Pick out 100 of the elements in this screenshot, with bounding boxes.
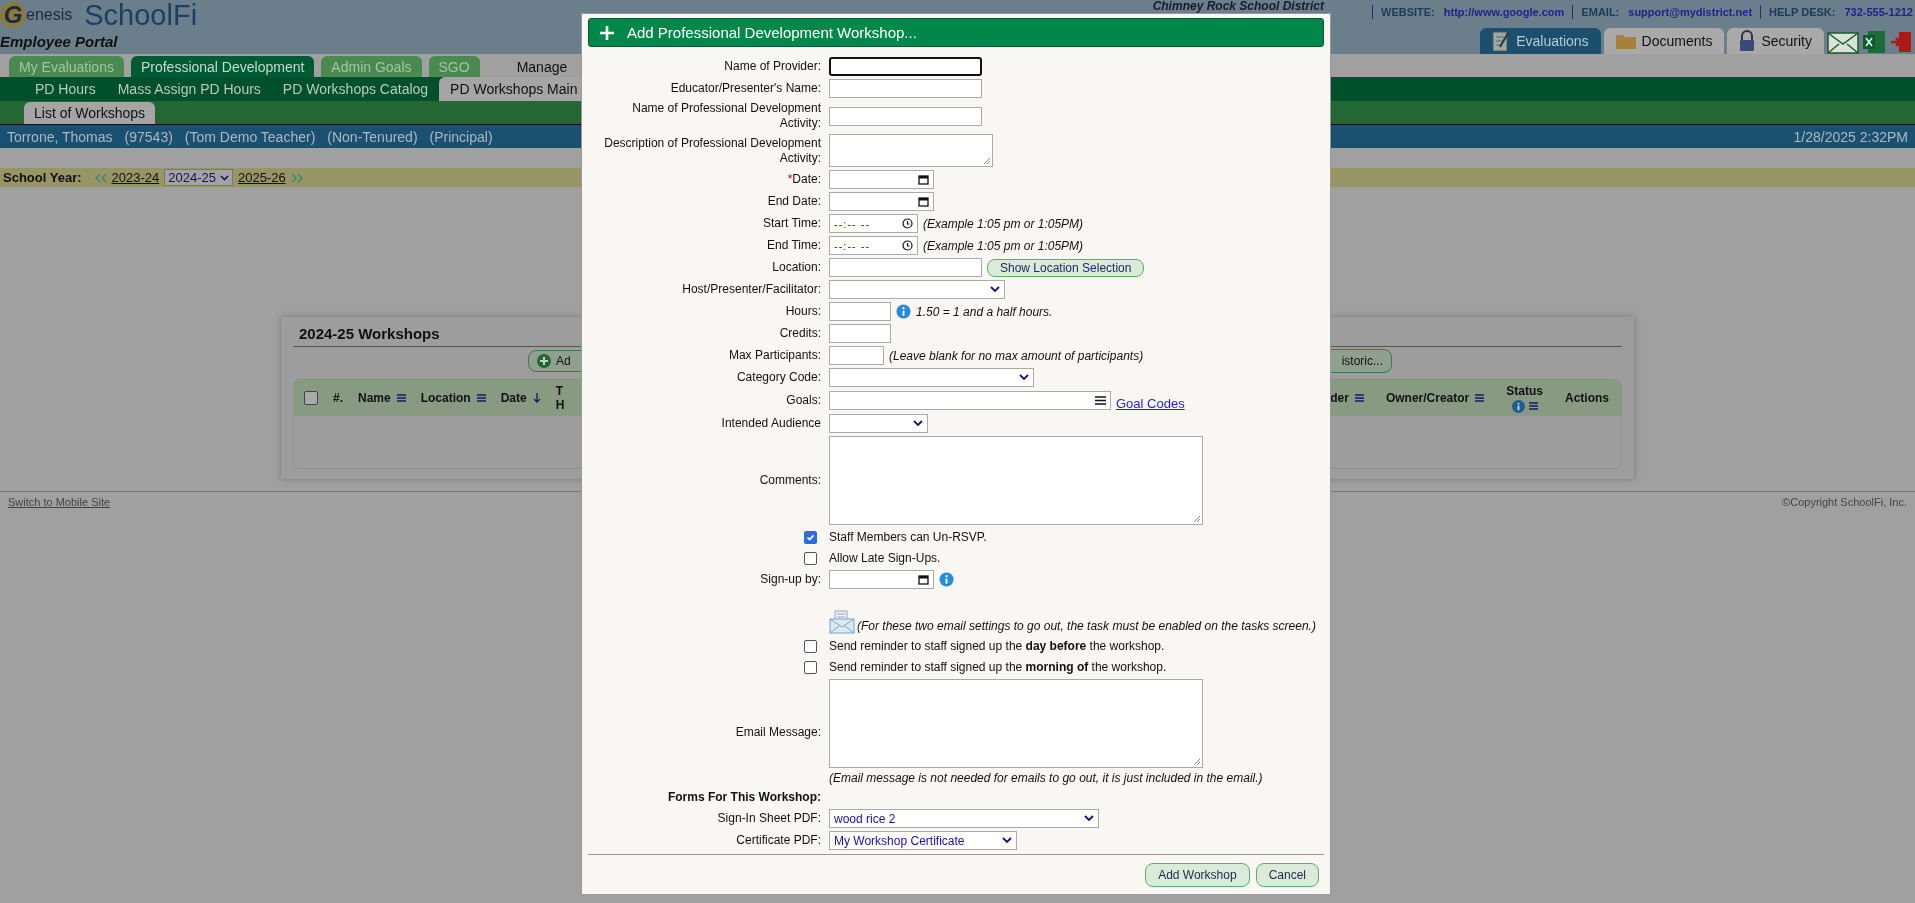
checkbox[interactable] — [804, 551, 817, 565]
info-icon[interactable] — [1511, 399, 1525, 413]
resize-grip-icon[interactable] — [983, 157, 991, 165]
calendar-icon[interactable] — [918, 196, 929, 207]
field-label: End Date: — [767, 194, 821, 208]
field-label: Certificate PDF: — [736, 833, 821, 847]
year-select[interactable]: 2024-25 — [164, 169, 233, 186]
column-header[interactable]: T H — [555, 383, 563, 413]
user-detail: (Tom Demo Teacher) — [184, 128, 316, 145]
email-note: (For these two email settings to go out, the task must be enabled on the tasks screen.) — [829, 610, 1316, 634]
checkbox-label: Allow Late Sign-Ups. — [829, 550, 941, 567]
column-header[interactable]: Location — [420, 391, 486, 405]
dialog-title-bar: Add Professional Development Workshop... — [588, 18, 1324, 47]
hint-text: (Email message is not needed for emails to go out, it is just included in the email.) — [829, 771, 1263, 785]
hint-text: (Example 1:05 pm or 1:05PM) — [923, 216, 1084, 231]
text-field[interactable] — [829, 302, 891, 321]
field-label: Host/Presenter/Facilitator: — [682, 282, 821, 296]
folder-icon — [1615, 33, 1636, 49]
hint-text: 1.50 = 1 and a half hours. — [916, 304, 1053, 319]
sub-tab[interactable]: List of Workshops — [24, 102, 155, 124]
checkbox[interactable] — [804, 639, 817, 653]
goals-field[interactable] — [829, 391, 1111, 410]
show-location-button[interactable]: Show Location Selection — [987, 258, 1145, 277]
field-label: *Date: — [787, 172, 821, 186]
module-tab[interactable]: Security — [1727, 28, 1824, 54]
section-heading: Forms For This Workshop: — [666, 789, 821, 805]
clock-icon[interactable] — [902, 218, 913, 229]
dialog-button[interactable]: Add Workshop — [1145, 863, 1250, 887]
resize-grip-icon[interactable] — [1193, 515, 1201, 523]
user-detail: (97543) — [124, 128, 173, 145]
info-icon[interactable] — [939, 572, 954, 587]
checkbox[interactable] — [804, 660, 817, 674]
column-header[interactable]: #. — [333, 391, 343, 405]
dropdown[interactable] — [829, 368, 1034, 387]
dropdown[interactable] — [829, 280, 1005, 299]
spreadsheet-icon[interactable] — [1862, 30, 1886, 54]
checkbox-label: Staff Members can Un-RSVP. — [829, 529, 987, 546]
column-header[interactable]: Date — [500, 391, 541, 405]
column-header[interactable]: der — [1330, 391, 1364, 405]
field-label: Max Participants: — [728, 348, 821, 362]
plus-icon — [537, 354, 551, 368]
notepad-icon — [1492, 30, 1511, 52]
plus-icon — [599, 24, 615, 41]
module-tab[interactable]: Evaluations — [1480, 28, 1601, 54]
text-field[interactable] — [829, 258, 982, 277]
resize-grip-icon[interactable] — [1193, 758, 1201, 766]
sub-tab[interactable]: Mass Assign PD Hours — [106, 77, 272, 101]
nav-tab[interactable]: Professional Development — [130, 56, 315, 77]
checkbox[interactable] — [804, 530, 817, 544]
portal-title: Employee Portal — [0, 33, 119, 50]
year-link[interactable]: 2025-26 — [237, 170, 286, 185]
text-field[interactable] — [829, 57, 982, 76]
year-link[interactable]: 2023-24 — [111, 170, 160, 185]
date-field[interactable] — [829, 570, 934, 589]
column-header[interactable]: Name — [358, 391, 406, 405]
field-label: Comments: — [759, 473, 821, 487]
text-field[interactable] — [829, 324, 891, 343]
column-header[interactable]: Actions — [1565, 391, 1609, 405]
lock-icon — [1739, 30, 1756, 52]
mail-icon[interactable] — [1827, 32, 1859, 54]
select-all-checkbox[interactable] — [304, 391, 318, 405]
logo-mark: G — [0, 2, 26, 28]
sub-tab[interactable]: PD Hours — [24, 77, 107, 101]
column-header[interactable]: Owner/Creator — [1385, 391, 1485, 405]
field-label: Goals: — [786, 393, 821, 407]
mobile-site-link[interactable]: Switch to Mobile Site — [8, 496, 111, 508]
dropdown[interactable]: wood rice 2 — [829, 809, 1099, 828]
school-year-label: School Year: — [3, 170, 82, 185]
text-field[interactable] — [829, 346, 884, 365]
field-label: Intended Audience — [721, 416, 821, 430]
sort-arrow-icon[interactable] — [532, 393, 541, 403]
field-label: Credits: — [779, 326, 821, 340]
module-tab[interactable]: Documents — [1603, 28, 1725, 54]
text-area[interactable] — [829, 436, 1203, 525]
calendar-icon[interactable] — [918, 574, 929, 585]
menu-icon[interactable] — [1095, 396, 1106, 405]
contact-label: HELP DESK: — [1769, 6, 1836, 18]
clock-icon[interactable] — [902, 240, 913, 251]
time-field[interactable]: --:-- -- — [829, 236, 918, 255]
calendar-icon[interactable] — [918, 174, 929, 185]
date-field[interactable] — [829, 170, 934, 189]
caret-icon — [990, 286, 1000, 293]
text-field[interactable] — [829, 106, 982, 126]
dialog-button[interactable]: Cancel — [1255, 863, 1319, 887]
date-field[interactable] — [829, 192, 934, 211]
caret-icon — [1084, 815, 1094, 822]
info-icon[interactable] — [896, 304, 911, 319]
field-label: Educator/Presenter's Name: — [670, 81, 821, 95]
app-name: SchoolFi — [84, 0, 198, 32]
field-label: Sign-In Sheet PDF: — [717, 811, 821, 825]
logo-text: enesis — [26, 6, 73, 24]
dropdown[interactable] — [829, 414, 928, 433]
sub-tab[interactable]: PD Workshops Catalog — [271, 77, 440, 101]
dropdown[interactable]: My Workshop Certificate — [829, 831, 1017, 850]
text-area[interactable] — [829, 679, 1203, 768]
field-label: Start Time: — [763, 216, 821, 230]
text-field[interactable] — [829, 79, 982, 98]
goal-codes-link[interactable]: Goal Codes — [1116, 396, 1185, 411]
time-field[interactable]: --:-- -- — [829, 214, 918, 233]
column-header[interactable]: Status — [1506, 383, 1543, 413]
